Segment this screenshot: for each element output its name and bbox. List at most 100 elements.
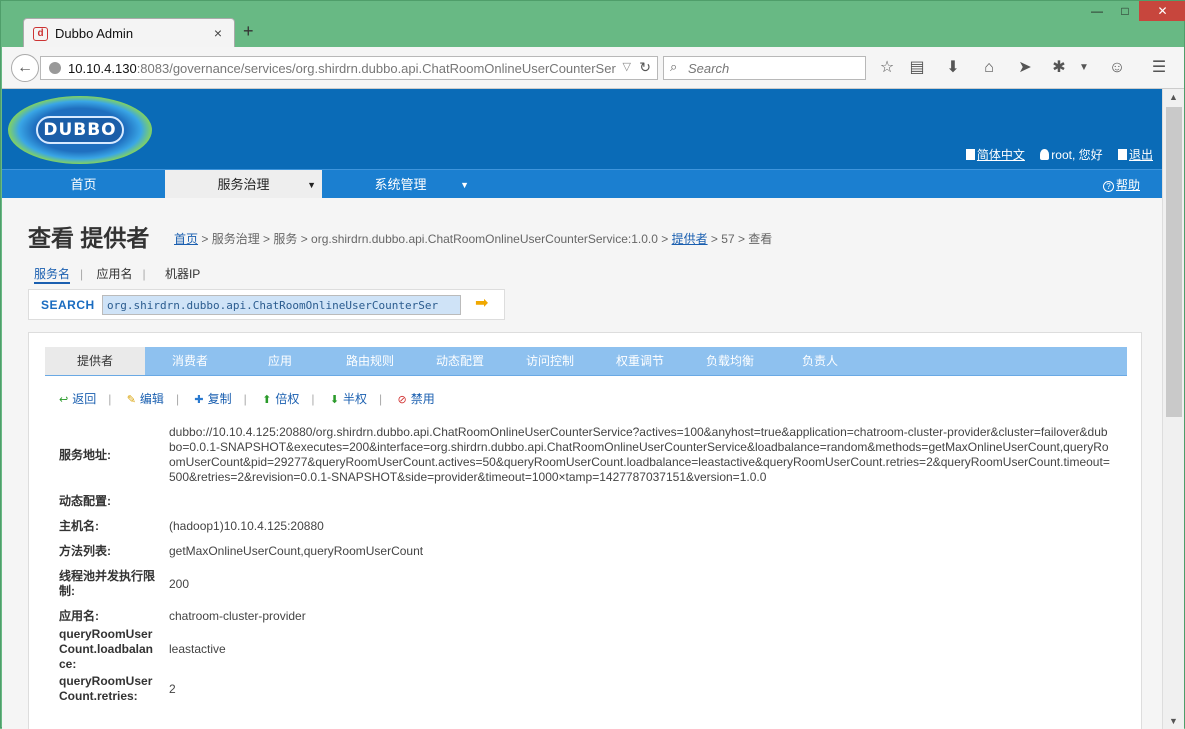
tab-owners[interactable]: 负责人 (775, 347, 865, 375)
double-weight-button[interactable]: 倍权 (275, 392, 299, 406)
back-icon: ↩ (59, 394, 69, 406)
detail-row: 应用名: chatroom-cluster-provider (59, 608, 1119, 625)
detail-value: 200 (169, 576, 190, 591)
browser-tab[interactable]: d Dubbo Admin × (23, 18, 235, 48)
search-input[interactable]: ⌕ Search (663, 56, 866, 80)
panel-tabs: 提供者 消费者 应用 路由规则 动态配置 访问控制 权重调节 负载均衡 负责人 (45, 347, 1127, 376)
search-type-tabs: 服务名 | 应用名 | 机器IP (34, 265, 210, 284)
up-arrow-icon: ⬆ (262, 394, 272, 406)
extension-dropdown-icon[interactable]: ▼ (1072, 56, 1096, 80)
logout-icon (1117, 149, 1127, 160)
back-arrow-icon[interactable]: ← (11, 54, 39, 82)
service-search-input[interactable] (102, 295, 461, 315)
scroll-down-icon[interactable]: ▼ (1169, 716, 1178, 726)
half-weight-button[interactable]: 半权 (343, 392, 367, 406)
dubbo-favicon-icon: d (33, 27, 48, 41)
send-icon[interactable]: ➤ (1013, 56, 1037, 80)
plus-icon: ✚ (194, 394, 204, 406)
detail-value: chatroom-cluster-provider (169, 609, 306, 623)
detail-key: 服务地址: (59, 447, 111, 462)
lang-link[interactable]: 简体中文 (977, 148, 1025, 162)
dubbo-logo[interactable]: DUBBO (8, 96, 152, 164)
site-info-icon[interactable] (49, 62, 61, 74)
detail-key: 应用名: (59, 609, 99, 623)
detail-row: 服务地址: dubbo://10.10.4.125:20880/org.shir… (59, 425, 1119, 485)
user-greeting: root, 您好 (1051, 148, 1103, 162)
bookmark-star-icon[interactable]: ☆ (875, 56, 899, 80)
breadcrumb-home-link[interactable]: 首页 (174, 232, 198, 246)
url-dropdown-icon[interactable]: ▽ (623, 60, 631, 73)
copy-button[interactable]: 复制 (208, 392, 232, 406)
action-bar: ↩ 返回 | ✎ 编辑 | ✚ 复制 | ⬆ 倍权 | ⬇ 半权 | ⊘ 禁用 (59, 392, 435, 406)
tab-applications[interactable]: 应用 (235, 347, 325, 375)
breadcrumb: 首页 > 服务治理 > 服务 > org.shirdrn.dubbo.api.C… (174, 232, 773, 246)
help-link[interactable]: ? 帮助 (1102, 170, 1140, 200)
minimize-button[interactable]: — (1083, 1, 1111, 21)
help-icon: ? (1102, 181, 1114, 192)
main-menu: 首页 服务治理 ▼ 系统管理 ▼ ? 帮助 (2, 169, 1162, 198)
url-text[interactable]: 10.10.4.130:8083/governance/services/org… (68, 61, 616, 76)
main-content: 查看 提供者 首页 > 服务治理 > 服务 > org.shirdrn.dubb… (2, 198, 1162, 729)
detail-row: queryRoomUserCount.retries: 2 (59, 673, 1119, 705)
dropdown-arrow-icon: ▼ (460, 180, 469, 190)
window-close-button[interactable]: ✕ (1139, 1, 1185, 21)
provider-detail-table: 服务地址: dubbo://10.10.4.125:20880/org.shir… (59, 425, 1119, 713)
tab-app-name[interactable]: 应用名 (96, 267, 132, 281)
download-icon[interactable]: ⬇ (941, 56, 965, 80)
service-search-box: SEARCH ➡ (28, 289, 505, 320)
menu-hamburger-icon[interactable]: ☰ (1147, 56, 1171, 80)
breadcrumb-providers-link[interactable]: 提供者 (672, 232, 708, 246)
header-links: 简体中文 root, 您好 退出 (954, 146, 1153, 163)
window-controls: — □ ✕ (1083, 1, 1185, 23)
tab-consumers[interactable]: 消费者 (145, 347, 235, 375)
provider-panel: 提供者 消费者 应用 路由规则 动态配置 访问控制 权重调节 负载均衡 负责人 … (28, 332, 1142, 729)
detail-key: 方法列表: (59, 544, 111, 558)
document-icon (965, 149, 975, 160)
detail-value: getMaxOnlineUserCount,queryRoomUserCount (169, 544, 424, 558)
back-button[interactable]: 返回 (72, 392, 96, 406)
site-header: DUBBO 简体中文 root, 您好 退出 (2, 89, 1162, 169)
tab-access-control[interactable]: 访问控制 (505, 347, 595, 375)
tab-machine-ip[interactable]: 机器IP (165, 267, 200, 281)
edit-button[interactable]: 编辑 (140, 392, 164, 406)
tab-weight-adjust[interactable]: 权重调节 (595, 347, 685, 375)
detail-key: queryRoomUserCount.loadbalance: (59, 626, 153, 671)
detail-row: queryRoomUserCount.loadbalance: leastact… (59, 627, 1119, 671)
reload-icon[interactable]: ↻ (639, 59, 651, 76)
disable-button[interactable]: 禁用 (411, 392, 435, 406)
home-icon[interactable]: ⌂ (977, 56, 1001, 80)
menu-item-service-governance[interactable]: 服务治理 ▼ (165, 170, 322, 198)
vertical-scrollbar[interactable]: ▲ ▼ (1162, 89, 1184, 729)
scrollbar-thumb[interactable] (1166, 107, 1182, 417)
detail-row: 线程池并发执行限制: 200 (59, 568, 1119, 600)
search-icon: ⌕ (670, 59, 678, 74)
reading-list-icon[interactable]: ▤ (905, 56, 929, 80)
search-label: SEARCH (41, 298, 95, 312)
tab-service-name[interactable]: 服务名 (34, 267, 71, 284)
detail-row: 方法列表: getMaxOnlineUserCount,queryRoomUse… (59, 543, 1119, 560)
page-title: 查看 提供者 (28, 225, 150, 251)
tab-close-icon[interactable]: × (214, 25, 222, 41)
detail-value: (hadoop1)10.10.4.125:20880 (169, 519, 324, 533)
address-bar[interactable]: 10.10.4.130:8083/governance/services/org… (40, 56, 658, 80)
tab-dynamic-config[interactable]: 动态配置 (415, 347, 505, 375)
maximize-button[interactable]: □ (1111, 1, 1139, 21)
detail-row: 主机名: (hadoop1)10.10.4.125:20880 (59, 518, 1119, 535)
extension-icon[interactable]: ✱ (1047, 56, 1071, 80)
detail-row: 动态配置: (59, 493, 1119, 510)
menu-item-system-admin[interactable]: 系统管理 ▼ (322, 170, 479, 198)
dropdown-arrow-icon: ▼ (307, 180, 316, 190)
new-tab-button[interactable]: + (243, 21, 254, 42)
chat-icon[interactable]: ☺ (1105, 56, 1129, 80)
tab-load-balance[interactable]: 负载均衡 (685, 347, 775, 375)
detail-value: dubbo://10.10.4.125:20880/org.shirdrn.du… (169, 425, 1110, 484)
search-go-arrow-icon[interactable]: ➡ (475, 296, 495, 312)
tab-providers[interactable]: 提供者 (45, 347, 145, 375)
tab-routing-rules[interactable]: 路由规则 (325, 347, 415, 375)
user-icon (1040, 149, 1050, 160)
web-page: DUBBO 简体中文 root, 您好 退出 首页 服务治理 ▼ 系统管理 ▼ ? 帮… (2, 89, 1162, 729)
detail-key: queryRoomUserCount.retries: (59, 674, 153, 703)
logout-link[interactable]: 退出 (1129, 148, 1153, 162)
menu-item-home[interactable]: 首页 (2, 170, 165, 198)
scroll-up-icon[interactable]: ▲ (1169, 92, 1178, 102)
